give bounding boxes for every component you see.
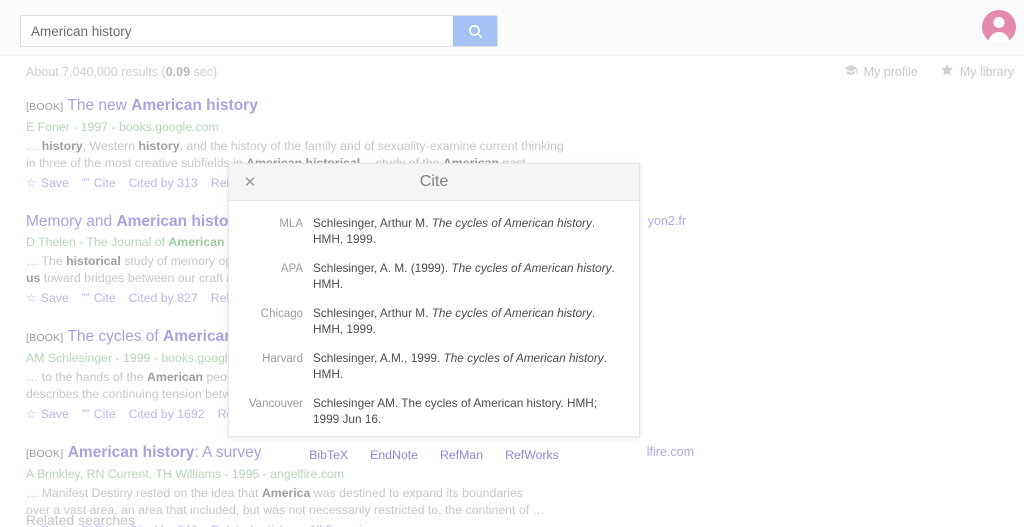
quote-icon: ”” (81, 176, 90, 190)
result-type-tag: [BOOK] (26, 101, 64, 113)
search-input[interactable] (21, 16, 453, 46)
quote-icon: ”” (81, 291, 90, 305)
save-link[interactable]: ☆Save (26, 176, 69, 190)
star-outline-icon: ☆ (26, 407, 37, 421)
citation-row: Harvard Schlesinger, A.M., 1999. The cyc… (237, 350, 621, 382)
star-outline-icon: ☆ (26, 291, 37, 305)
result-title-bold: American history (116, 213, 244, 230)
my-library-link[interactable]: My library (940, 63, 1014, 80)
result-title-bold: American history (131, 97, 258, 114)
avatar-body-shape (988, 32, 1010, 44)
citation-text[interactable]: Schlesinger, Arthur M. The cycles of Ame… (313, 215, 621, 247)
cite-link[interactable]: ””Cite (82, 176, 116, 190)
results-count: About 7,040,000 results (0.09 sec) (26, 65, 218, 79)
search-button[interactable] (453, 16, 497, 46)
cite-dialog-header: ✕ Cite (229, 164, 639, 201)
result-meta: E Foner - 1997 - books.google.com (26, 120, 219, 134)
star-outline-icon: ☆ (26, 176, 37, 190)
result-action-links: ☆Save ””Cite Cited by 346 Related articl… (26, 523, 1024, 527)
result-title-plain: Memory and (26, 213, 117, 230)
result-meta: A Brinkley, RN Current, TH Williams - 19… (26, 467, 344, 481)
citation-text[interactable]: Schlesinger AM. The cycles of American h… (313, 395, 621, 427)
refman-link[interactable]: RefMan (440, 448, 483, 462)
citation-row: Vancouver Schlesinger AM. The cycles of … (237, 395, 621, 427)
header-utility-links: My profile My library (844, 63, 1014, 80)
citation-row: Chicago Schlesinger, Arthur M. The cycle… (237, 305, 621, 337)
bibtex-link[interactable]: BibTeX (309, 448, 348, 462)
citation-style-label: MLA (279, 218, 303, 230)
google-scholar-page: About 7,040,000 results (0.09 sec) My pr… (0, 0, 1024, 527)
search-icon (467, 23, 484, 40)
citation-text[interactable]: Schlesinger, Arthur M. The cycles of Ame… (313, 305, 621, 337)
search-bar[interactable] (20, 15, 498, 47)
related-articles-link[interactable]: Related articles (211, 523, 296, 527)
cited-by-link[interactable]: Cited by 346 (129, 523, 198, 527)
cited-by-link[interactable]: Cited by 827 (129, 291, 198, 305)
save-link[interactable]: ☆Save (26, 291, 69, 305)
citation-style-label: APA (280, 263, 303, 275)
citation-style-label: Harvard (262, 353, 303, 365)
cite-dialog: ✕ Cite MLA Schlesinger, Arthur M. The cy… (228, 163, 640, 462)
more-chevron-icon[interactable]: » (395, 523, 402, 527)
avatar[interactable] (982, 10, 1016, 44)
endnote-link[interactable]: EndNote (370, 448, 418, 462)
my-profile-link[interactable]: My profile (844, 63, 918, 80)
citation-row: MLA Schlesinger, Arthur M. The cycles of… (237, 215, 621, 247)
cite-link[interactable]: ””Cite (82, 407, 116, 421)
result-type-tag: [BOOK] (26, 332, 64, 344)
star-icon (940, 63, 954, 80)
result-title-plain: The new (63, 97, 132, 114)
top-header (0, 0, 1024, 56)
close-icon[interactable]: ✕ (239, 171, 261, 193)
related-searches-heading: Related searches (26, 512, 135, 527)
save-link[interactable]: ☆Save (26, 407, 69, 421)
cite-link[interactable]: ””Cite (82, 291, 116, 305)
my-library-label: My library (959, 64, 1014, 79)
cited-by-link[interactable]: Cited by 313 (129, 176, 198, 190)
my-profile-label: My profile (863, 64, 918, 79)
result-source-link[interactable]: yon2.fr (648, 214, 1024, 228)
result-title-bold: American history (67, 444, 195, 461)
citation-list: MLA Schlesinger, Arthur M. The cycles of… (229, 201, 639, 444)
result-title-plain: The cycles of (63, 328, 164, 345)
quote-icon: ”” (81, 407, 90, 421)
citation-row: APA Schlesinger, A. M. (1999). The cycle… (237, 260, 621, 292)
result-title[interactable]: [BOOK] The new American history (26, 96, 1024, 117)
all-versions-link[interactable]: All 5 versions (308, 523, 381, 527)
result-type-tag: [BOOK] (26, 448, 64, 460)
refworks-link[interactable]: RefWorks (505, 448, 559, 462)
citation-style-label: Chicago (260, 308, 303, 320)
citation-text[interactable]: Schlesinger, A. M. (1999). The cycles of… (313, 260, 621, 292)
user-avatar-icon (993, 17, 1005, 28)
cited-by-link[interactable]: Cited by 1692 (129, 407, 205, 421)
citation-text[interactable]: Schlesinger, A.M., 1999. The cycles of A… (313, 350, 621, 382)
export-links: BibTeX EndNote RefMan RefWorks (229, 444, 639, 462)
graduation-cap-icon (844, 63, 858, 80)
cite-dialog-title: Cite (419, 173, 449, 190)
citation-style-label: Vancouver (248, 398, 303, 410)
result-source-link[interactable]: lfire.com (647, 445, 1024, 459)
